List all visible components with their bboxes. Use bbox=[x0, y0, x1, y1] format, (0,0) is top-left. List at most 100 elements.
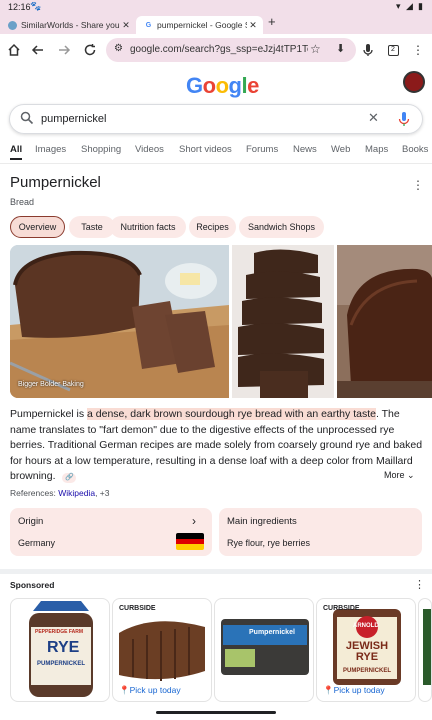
browser-toolbar: ⚙ google.com/search?gs_ssp=eJzj4tTP1TcwT… bbox=[0, 34, 432, 66]
product-card-partial[interactable] bbox=[418, 598, 432, 702]
product-variant: PUMPERNICKEL bbox=[37, 661, 86, 667]
location-pin-icon: 📍 bbox=[323, 685, 334, 695]
product-name: Pumpernickel bbox=[249, 629, 295, 636]
pickup-status: 📍Pick up today bbox=[323, 685, 385, 696]
origin-card[interactable]: Origin › Germany bbox=[10, 508, 212, 556]
knowledge-panel-description: Pumpernickel is a dense, dark brown sour… bbox=[10, 407, 424, 485]
curbside-badge: CURBSIDE bbox=[119, 605, 156, 612]
ingredients-value: Rye flour, rye berries bbox=[227, 538, 311, 548]
notification-icon: 🐾 bbox=[30, 1, 42, 11]
tab-shopping[interactable]: Shopping bbox=[81, 144, 121, 155]
sponsored-options-icon[interactable]: ⋮ bbox=[414, 578, 425, 591]
battery-icon: ▮ bbox=[418, 1, 423, 11]
product-name: JEWISH RYE bbox=[345, 640, 389, 663]
google-logo[interactable]: Google bbox=[186, 73, 259, 99]
tab-similarworlds[interactable]: SimilarWorlds - Share your ✕ bbox=[0, 16, 136, 34]
gesture-home-bar[interactable] bbox=[156, 711, 276, 714]
back-icon[interactable] bbox=[30, 42, 46, 58]
reload-icon[interactable] bbox=[82, 42, 98, 58]
tab-news[interactable]: News bbox=[293, 144, 317, 155]
bread-image-1[interactable] bbox=[10, 245, 229, 398]
search-icon bbox=[20, 111, 34, 130]
product-card[interactable]: CURBSIDE 📍Pick up today bbox=[112, 598, 212, 702]
references: References: Wikipedia, +3 bbox=[10, 488, 109, 498]
tab-maps[interactable]: Maps bbox=[365, 144, 388, 155]
curbside-badge: CURBSIDE bbox=[323, 605, 360, 612]
chip-taste[interactable]: Taste bbox=[69, 216, 115, 238]
divider bbox=[0, 163, 432, 164]
tab-forums[interactable]: Forums bbox=[246, 144, 278, 155]
chip-recipes[interactable]: Recipes bbox=[189, 216, 236, 238]
status-bar: 12:16 🐾 ▾ ◢ ▮ bbox=[0, 0, 432, 14]
chip-nutrition-facts[interactable]: Nutrition facts bbox=[110, 216, 186, 238]
tab-videos[interactable]: Videos bbox=[135, 144, 164, 155]
ingredients-label: Main ingredients bbox=[227, 516, 297, 527]
wifi-icon: ▾ bbox=[396, 1, 401, 11]
search-category-tabs: All Images Shopping Videos Short videos … bbox=[0, 142, 432, 162]
site-settings-icon[interactable]: ⚙ bbox=[114, 43, 123, 54]
product-card[interactable]: CURBSIDE ARNOLD JEWISH RYE PUMPERNICKEL … bbox=[316, 598, 416, 702]
pickup-text: Pick up today bbox=[129, 685, 181, 695]
search-box[interactable]: pumpernickel ✕ bbox=[9, 104, 423, 134]
section-divider bbox=[0, 569, 432, 574]
close-tab-icon[interactable]: ✕ bbox=[120, 20, 132, 31]
close-tab-icon[interactable]: ✕ bbox=[247, 20, 259, 31]
tab-all[interactable]: All bbox=[10, 144, 22, 155]
description-text: Pumpernickel is bbox=[10, 408, 88, 420]
address-bar[interactable]: ⚙ google.com/search?gs_ssp=eJzj4tTP1TcwT… bbox=[106, 38, 356, 62]
source-link-icon[interactable]: 🔗 bbox=[62, 473, 77, 483]
account-avatar[interactable] bbox=[403, 71, 425, 93]
main-ingredients-card[interactable]: Main ingredients Rye flour, rye berries bbox=[219, 508, 422, 556]
tab-strip: SimilarWorlds - Share your ✕ G pumpernic… bbox=[0, 14, 432, 34]
product-brand: PEPPERIDGE FARM bbox=[35, 629, 84, 635]
references-count[interactable]: , +3 bbox=[95, 488, 109, 498]
new-tab-icon[interactable]: + bbox=[268, 14, 276, 29]
signal-icon: ◢ bbox=[406, 1, 413, 11]
active-tab-indicator bbox=[10, 158, 22, 160]
tab-short-videos[interactable]: Short videos bbox=[179, 144, 232, 155]
pickup-status: 📍Pick up today bbox=[119, 685, 181, 696]
tab-switcher-icon[interactable]: 2 bbox=[385, 42, 401, 58]
bookmark-star-icon[interactable]: ☆ bbox=[310, 42, 321, 56]
more-button[interactable]: More ⌄ bbox=[384, 470, 415, 481]
chip-overview[interactable]: Overview bbox=[10, 216, 65, 238]
wikipedia-link[interactable]: Wikipedia bbox=[58, 488, 95, 498]
logo-letter: g bbox=[228, 73, 242, 98]
chevron-right-icon: › bbox=[192, 514, 196, 528]
bread-image-2[interactable] bbox=[232, 245, 334, 398]
logo-letter: e bbox=[247, 73, 259, 98]
bread-image-3[interactable] bbox=[337, 245, 432, 398]
knowledge-panel-subtitle: Bread bbox=[10, 197, 35, 207]
logo-letter: o bbox=[202, 73, 216, 98]
more-options-icon[interactable]: ⋮ bbox=[412, 178, 424, 192]
chevron-down-icon: ⌄ bbox=[407, 470, 415, 480]
home-icon[interactable] bbox=[6, 42, 22, 58]
voice-search-mic-icon[interactable] bbox=[398, 111, 410, 132]
logo-letter: o bbox=[215, 73, 229, 98]
voice-search-icon[interactable] bbox=[360, 42, 376, 58]
google-favicon-icon: G bbox=[145, 21, 152, 29]
download-icon[interactable]: ⬇ bbox=[336, 42, 345, 55]
sponsored-label: Sponsored bbox=[10, 580, 55, 590]
product-brand: ARNOLD bbox=[353, 623, 379, 629]
chip-sandwich-shops[interactable]: Sandwich Shops bbox=[239, 216, 324, 238]
product-card[interactable]: Pumpernickel bbox=[214, 598, 314, 702]
tab-title: pumpernickel - Google Se bbox=[157, 20, 247, 30]
image-caption: Bigger Bolder Baking bbox=[18, 381, 84, 388]
status-time: 12:16 bbox=[8, 2, 31, 12]
tab-google-search[interactable]: G pumpernickel - Google Se ✕ bbox=[136, 16, 263, 34]
knowledge-panel-title: Pumpernickel bbox=[10, 174, 101, 191]
forward-icon[interactable] bbox=[56, 42, 72, 58]
origin-label: Origin bbox=[18, 516, 44, 527]
search-query[interactable]: pumpernickel bbox=[41, 113, 106, 125]
product-name: RYE bbox=[47, 639, 80, 656]
tab-books[interactable]: Books bbox=[402, 144, 428, 155]
tab-web[interactable]: Web bbox=[331, 144, 350, 155]
menu-icon[interactable]: ⋮ bbox=[410, 42, 426, 58]
product-variant: PUMPERNICKEL bbox=[343, 668, 392, 674]
origin-value: Germany bbox=[18, 538, 56, 548]
more-label: More bbox=[384, 470, 405, 480]
tab-images[interactable]: Images bbox=[35, 144, 66, 155]
product-card[interactable]: PEPPERIDGE FARM RYE PUMPERNICKEL bbox=[10, 598, 110, 702]
clear-search-icon[interactable]: ✕ bbox=[368, 110, 379, 126]
